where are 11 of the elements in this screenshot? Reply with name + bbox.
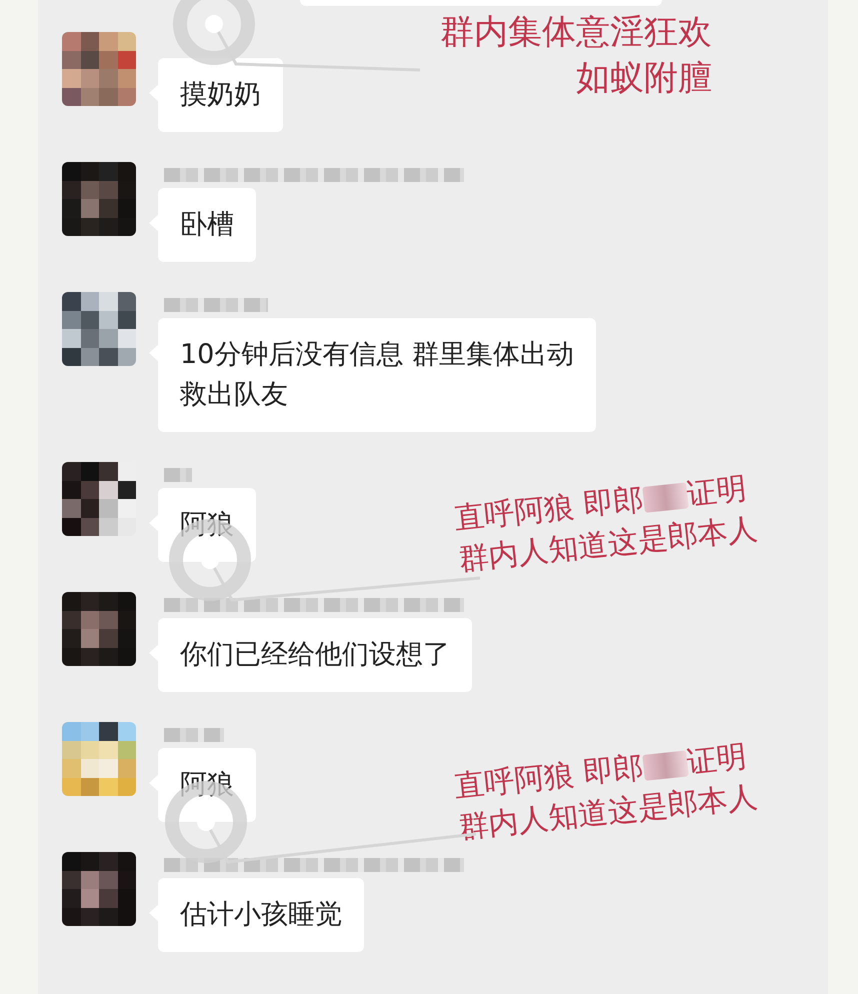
message-bubble: 卧槽: [158, 188, 256, 262]
annotation-text: 证明: [684, 738, 749, 782]
annotation-text: 如蚁附膻: [576, 56, 712, 100]
blurred-patch: [642, 482, 688, 514]
blurred-patch: [642, 750, 688, 782]
annotation-text: 群内集体意淫狂欢: [440, 11, 712, 54]
message-bubble: 你们已经给他们设想了: [158, 618, 472, 692]
message-bubble: 估计小孩睡觉: [158, 878, 364, 952]
message-bubble: 10分钟后没有信息 群里集体出动 救出队友: [158, 318, 596, 432]
annotation-text: 证明: [684, 470, 749, 514]
message-bubble: 摸奶奶: [158, 58, 283, 132]
